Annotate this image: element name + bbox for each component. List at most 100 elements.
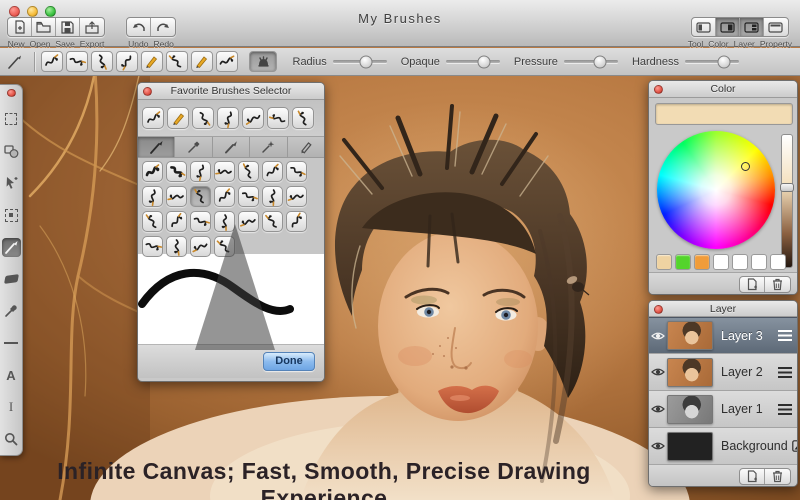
layer-visibility-toggle[interactable] xyxy=(649,331,667,341)
brush-grid-button[interactable] xyxy=(262,211,283,232)
color-swatch[interactable] xyxy=(732,254,748,270)
tool-panel-toggle[interactable] xyxy=(692,18,716,36)
color-wheel-picker[interactable] xyxy=(741,162,750,171)
layer-visibility-toggle[interactable] xyxy=(649,367,667,377)
brush-grid-button[interactable] xyxy=(214,211,235,232)
color-panel-close-button[interactable] xyxy=(654,85,663,94)
tool-transform[interactable] xyxy=(2,206,21,225)
visibility-eye-icon[interactable] xyxy=(651,367,665,377)
favorite-brush-button[interactable] xyxy=(192,107,214,129)
visibility-eye-icon[interactable] xyxy=(651,404,665,414)
layer-panel-toggle[interactable] xyxy=(739,18,764,36)
brush-grid-button[interactable] xyxy=(190,211,211,232)
brush-preset-button[interactable] xyxy=(115,51,138,72)
color-swatch[interactable] xyxy=(751,254,767,270)
tool-eyedropper[interactable] xyxy=(2,302,21,321)
brush-tab-ink-pen[interactable] xyxy=(175,137,213,157)
brush-grid-button[interactable] xyxy=(214,161,235,182)
open-button[interactable] xyxy=(32,18,56,36)
favorite-brush-button[interactable] xyxy=(267,107,289,129)
color-swatch[interactable] xyxy=(694,254,710,270)
layer-visibility-toggle[interactable] xyxy=(649,404,667,414)
brush-grid-button[interactable] xyxy=(262,161,283,182)
visibility-eye-icon[interactable] xyxy=(651,441,665,451)
slider-knob[interactable] xyxy=(359,55,373,68)
selected-brush-stamp-button[interactable] xyxy=(249,51,277,72)
layer-row-layer-3[interactable]: Layer 3 xyxy=(649,317,797,354)
slider-track[interactable] xyxy=(685,55,740,68)
brush-grid-button[interactable] xyxy=(286,211,307,232)
tool-marquee[interactable] xyxy=(2,110,21,129)
brush-preset-button[interactable] xyxy=(65,51,88,72)
brush-tab-calligraphy-brush[interactable] xyxy=(213,137,251,157)
layer-menu-handle[interactable] xyxy=(773,330,797,341)
brush-grid-button[interactable] xyxy=(142,211,163,232)
brush-preset-button[interactable] xyxy=(215,51,238,72)
slider-track[interactable] xyxy=(445,55,500,68)
brush-grid-button[interactable] xyxy=(262,186,283,207)
brush-preset-button[interactable] xyxy=(190,51,213,72)
favorite-brush-button[interactable] xyxy=(167,107,189,129)
brush-grid-button[interactable] xyxy=(142,186,163,207)
brush-grid-button[interactable] xyxy=(142,236,163,257)
brush-grid-button[interactable] xyxy=(190,161,211,182)
brush-grid-button[interactable] xyxy=(238,186,259,207)
undo-button[interactable] xyxy=(127,18,151,36)
favorite-brush-button[interactable] xyxy=(292,107,314,129)
tool-shapes[interactable] xyxy=(2,142,21,161)
tool-text[interactable]: A xyxy=(2,366,21,385)
layer-row-layer-2[interactable]: Layer 2 xyxy=(649,354,797,391)
layer-row-background[interactable]: Background xyxy=(649,428,797,465)
slider-knob[interactable] xyxy=(717,55,731,68)
brush-preset-button[interactable] xyxy=(165,51,188,72)
brush-grid-button[interactable] xyxy=(238,161,259,182)
tool-brush[interactable] xyxy=(1,237,21,257)
delete-layer-button[interactable] xyxy=(765,469,790,484)
color-panel-toggle[interactable] xyxy=(715,18,740,36)
brightness-slider[interactable] xyxy=(780,134,794,268)
color-swatch[interactable] xyxy=(675,254,691,270)
brush-grid-button[interactable] xyxy=(166,211,187,232)
favorite-brush-button[interactable] xyxy=(217,107,239,129)
layer-row-layer-1[interactable]: Layer 1 xyxy=(649,391,797,428)
favorite-brush-button[interactable] xyxy=(142,107,164,129)
tool-cursor[interactable]: I xyxy=(2,398,21,417)
layer-visibility-toggle[interactable] xyxy=(649,441,667,451)
palette-close-button[interactable] xyxy=(6,89,16,97)
tool-move[interactable] xyxy=(2,174,21,193)
slider-track[interactable] xyxy=(332,55,387,68)
active-brush-tool[interactable] xyxy=(0,54,30,70)
tool-eraser[interactable] xyxy=(2,270,21,289)
layer-menu-handle[interactable] xyxy=(773,366,797,378)
brush-tab-paintbrush[interactable] xyxy=(138,137,176,157)
layer-panel-close-button[interactable] xyxy=(654,304,663,314)
add-layer-button[interactable] xyxy=(740,469,765,484)
brush-grid-button[interactable] xyxy=(166,236,187,257)
new-button[interactable] xyxy=(8,18,32,36)
slider-track[interactable] xyxy=(563,55,618,68)
visibility-eye-icon[interactable] xyxy=(651,331,665,341)
tool-line[interactable] xyxy=(2,334,21,353)
add-swatch-button[interactable] xyxy=(740,277,765,292)
brightness-slider-knob[interactable] xyxy=(780,182,794,192)
brushes-panel-close-button[interactable] xyxy=(143,87,152,96)
color-swatch[interactable] xyxy=(656,254,672,270)
color-wheel[interactable] xyxy=(657,131,775,249)
brush-grid-button[interactable] xyxy=(190,236,211,257)
export-button[interactable] xyxy=(80,18,104,36)
delete-swatch-button[interactable] xyxy=(765,277,790,292)
brush-preset-button[interactable] xyxy=(40,51,63,72)
layer-menu-handle[interactable] xyxy=(773,403,797,415)
brush-grid-button[interactable] xyxy=(214,236,235,257)
brush-grid-button[interactable] xyxy=(166,161,187,182)
brush-grid-button[interactable] xyxy=(238,211,259,232)
brush-tab-magic-wand[interactable] xyxy=(250,137,288,157)
brush-grid-button[interactable] xyxy=(166,186,187,207)
tool-zoom[interactable] xyxy=(2,430,21,449)
brush-preset-button[interactable] xyxy=(90,51,113,72)
done-button[interactable]: Done xyxy=(263,352,315,371)
brush-tab-pencil[interactable] xyxy=(288,137,324,157)
brush-grid-button[interactable] xyxy=(142,161,163,182)
color-swatch[interactable] xyxy=(770,254,786,270)
favorite-brush-button[interactable] xyxy=(242,107,264,129)
